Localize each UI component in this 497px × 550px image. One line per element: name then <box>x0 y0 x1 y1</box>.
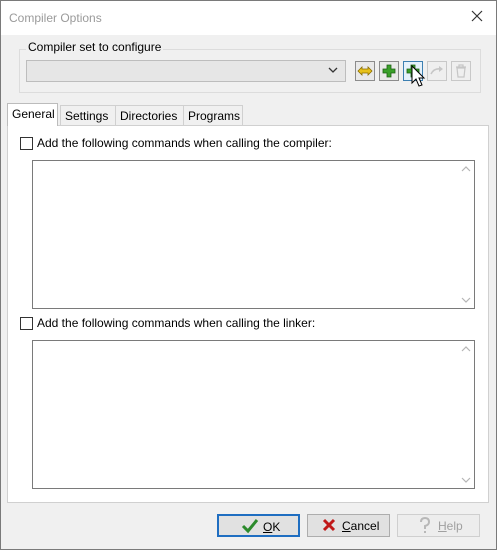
rename-compiler-set-button[interactable] <box>355 61 375 81</box>
tab-settings-label: Settings <box>65 109 109 123</box>
cancel-button-label: Cancel <box>342 519 379 533</box>
chevron-down-icon <box>328 67 338 73</box>
compiler-commands-textarea[interactable] <box>32 160 475 309</box>
delete-compiler-set-button[interactable] <box>451 61 471 81</box>
rename-icon <box>357 66 373 76</box>
checkmark-icon <box>241 519 259 534</box>
scroll-down-icon[interactable] <box>461 296 471 304</box>
linker-commands-textarea[interactable] <box>32 340 475 489</box>
tab-directories-label: Directories <box>120 109 178 123</box>
cancel-x-icon <box>322 518 336 532</box>
compiler-options-dialog: Compiler Options Compiler set to configu… <box>0 0 497 550</box>
ok-rest-text: K <box>272 520 281 534</box>
title-bar: Compiler Options <box>1 1 496 35</box>
cancel-button[interactable]: Cancel <box>307 514 390 537</box>
help-underlined-char: H <box>438 519 447 533</box>
help-button-label: Help <box>438 519 463 533</box>
tab-general[interactable]: General <box>7 103 58 126</box>
tab-directories[interactable]: Directories <box>115 105 184 125</box>
scroll-down-icon[interactable] <box>461 476 471 484</box>
ok-button[interactable]: OK <box>217 514 300 537</box>
scroll-up-icon[interactable] <box>461 345 471 353</box>
add-icon <box>382 64 396 78</box>
close-icon <box>471 10 483 22</box>
linker-commands-checkbox[interactable] <box>20 317 33 330</box>
help-rest-text: elp <box>446 519 463 533</box>
linker-commands-label: Add the following commands when calling … <box>37 316 316 330</box>
close-button[interactable] <box>468 9 486 27</box>
delete-icon <box>456 64 466 78</box>
cancel-rest-text: ancel <box>350 519 380 533</box>
compiler-set-dropdown[interactable] <box>26 60 346 82</box>
compiler-commands-label: Add the following commands when calling … <box>37 136 332 150</box>
redo-icon <box>430 66 443 75</box>
tab-general-label: General <box>12 107 55 121</box>
tab-settings[interactable]: Settings <box>60 105 117 125</box>
compiler-commands-checkbox[interactable] <box>20 137 33 150</box>
cancel-underlined-char: C <box>342 519 351 533</box>
mouse-cursor-icon <box>411 65 426 87</box>
compiler-set-label: Compiler set to configure <box>26 40 164 54</box>
ok-button-label: OK <box>263 520 280 534</box>
tab-programs-label: Programs <box>188 109 241 123</box>
redo-button[interactable] <box>427 61 447 81</box>
scroll-up-icon[interactable] <box>461 165 471 173</box>
add-compiler-set-button[interactable] <box>379 61 399 81</box>
tab-programs[interactable]: Programs <box>183 105 243 125</box>
ok-underlined-char: O <box>263 520 273 534</box>
help-question-icon <box>420 517 431 533</box>
help-button[interactable]: Help <box>397 514 480 537</box>
window-title: Compiler Options <box>9 11 102 25</box>
